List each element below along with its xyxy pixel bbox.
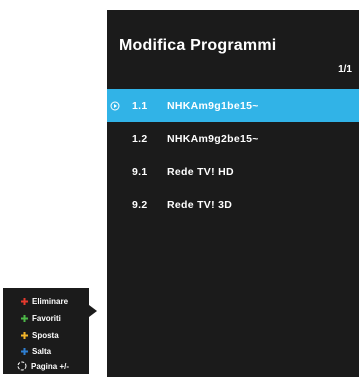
page-indicator: 1/1 xyxy=(338,64,352,75)
legend-label: Eliminare xyxy=(32,296,69,306)
color-key-legend: Eliminare Favoriti Sposta Salta Pagina +… xyxy=(3,288,89,374)
channel-number: 9.1 xyxy=(132,165,148,178)
channel-name: Rede TV! HD xyxy=(167,165,234,178)
channel-number: 1.1 xyxy=(132,99,148,112)
legend-label: Sposta xyxy=(32,330,59,340)
program-edit-panel: Modifica Programmi 1/1 1.1 NHKAm9g1be15~… xyxy=(107,10,359,377)
legend-item-page[interactable]: Pagina +/- xyxy=(17,360,69,372)
focus-ring-icon xyxy=(110,101,120,111)
legend-label: Favoriti xyxy=(32,313,61,323)
channel-row-1-1[interactable]: 1.1 NHKAm9g1be15~ xyxy=(107,89,359,122)
channel-row-9-1[interactable]: 9.1 Rede TV! HD xyxy=(107,155,359,188)
green-button-icon xyxy=(21,314,28,322)
channel-number: 1.2 xyxy=(132,132,148,145)
channel-name: NHKAm9g2be15~ xyxy=(167,132,259,145)
page-navigate-icon xyxy=(17,361,27,371)
legend-item-delete[interactable]: Eliminare xyxy=(21,295,68,307)
legend-label: Pagina +/- xyxy=(31,361,70,371)
panel-title: Modifica Programmi xyxy=(119,37,277,54)
channel-row-9-2[interactable]: 9.2 Rede TV! 3D xyxy=(107,188,359,221)
channel-number: 9.2 xyxy=(132,198,148,211)
red-button-icon xyxy=(21,297,28,305)
channel-list: 1.1 NHKAm9g1be15~ 1.2 NHKAm9g2be15~ 9.1 … xyxy=(107,89,359,221)
yellow-button-icon xyxy=(21,331,28,339)
blue-button-icon xyxy=(21,347,28,355)
legend-item-skip[interactable]: Salta xyxy=(21,345,51,357)
legend-item-move[interactable]: Sposta xyxy=(21,329,59,341)
channel-name: Rede TV! 3D xyxy=(167,198,233,211)
legend-item-favorites[interactable]: Favoriti xyxy=(21,312,61,324)
channel-row-1-2[interactable]: 1.2 NHKAm9g2be15~ xyxy=(107,122,359,155)
legend-label: Salta xyxy=(32,346,52,356)
legend-pointer xyxy=(89,305,97,317)
channel-name: NHKAm9g1be15~ xyxy=(167,99,259,112)
